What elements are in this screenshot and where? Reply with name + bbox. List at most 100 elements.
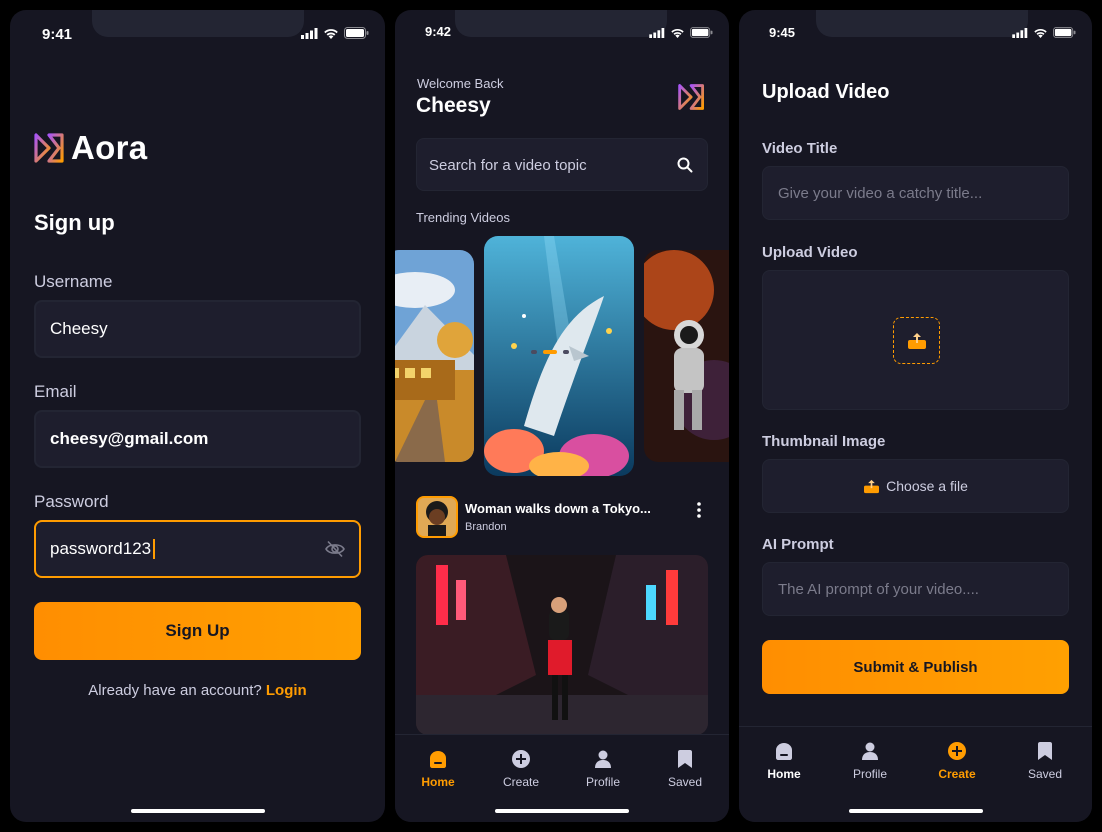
upload-screen: 9:45 Upload Video Video Title Give your …: [739, 10, 1092, 822]
plus-circle-icon: [512, 750, 530, 768]
tab-label: Create: [502, 775, 540, 789]
tab-home[interactable]: Home: [749, 741, 819, 781]
status-time: 9:41: [42, 26, 73, 43]
submit-publish-button[interactable]: Submit & Publish: [762, 640, 1069, 694]
tab-label: Create: [938, 767, 976, 781]
trending-video-card[interactable]: [395, 250, 474, 462]
battery-icon: [690, 27, 713, 38]
carousel-dot-active: [543, 350, 557, 354]
status-bar: 9:42: [395, 24, 729, 44]
upload-button[interactable]: [893, 317, 940, 364]
username-label: Username: [34, 272, 113, 291]
status-time: 9:45: [769, 25, 796, 40]
tab-create[interactable]: Create: [922, 741, 992, 781]
tab-label: Home: [767, 767, 801, 781]
avatar[interactable]: [416, 496, 458, 538]
page-title: Sign up: [34, 210, 115, 235]
home-indicator: [495, 809, 629, 813]
aora-logo-icon: [678, 84, 704, 110]
status-bar: 9:41: [10, 24, 385, 44]
upload-video-label: Upload Video: [762, 244, 858, 261]
status-bar: 9:45: [739, 24, 1092, 44]
battery-icon: [344, 27, 369, 39]
username-value: Cheesy: [50, 319, 108, 338]
plus-circle-icon: [948, 742, 966, 760]
tab-label: Home: [421, 775, 455, 789]
tab-bar: Home Profile Create Saved: [739, 726, 1092, 822]
profile-icon: [595, 750, 611, 768]
signup-button[interactable]: Sign Up: [34, 602, 361, 660]
tab-saved[interactable]: Saved: [650, 749, 720, 789]
signup-screen: 9:41 Aora Sign up Username Cheesy Email …: [10, 10, 385, 822]
video-upload-area[interactable]: [762, 270, 1069, 410]
carousel-dots: [531, 350, 569, 354]
home-indicator: [848, 809, 983, 813]
video-title-label: Video Title: [762, 140, 838, 157]
eye-slash-icon[interactable]: [325, 540, 345, 558]
wifi-icon: [324, 28, 338, 39]
carousel-dot: [563, 350, 569, 354]
tab-label: Saved: [1027, 767, 1063, 781]
search-icon[interactable]: [677, 157, 693, 173]
home-icon: [776, 743, 792, 760]
more-vertical-icon[interactable]: [696, 502, 702, 518]
signal-icon: [1012, 27, 1028, 38]
tab-label: Saved: [667, 775, 703, 789]
email-field[interactable]: cheesy@gmail.com: [34, 410, 361, 468]
password-value: password123: [50, 539, 152, 558]
bookmark-icon: [678, 750, 692, 768]
upload-icon: [907, 332, 926, 349]
video-title-input[interactable]: Give your video a catchy title...: [762, 166, 1069, 220]
trending-video-thumbnail: [395, 250, 474, 462]
home-icon: [430, 751, 446, 768]
profile-icon: [862, 742, 878, 760]
login-link[interactable]: Login: [266, 682, 307, 699]
battery-icon: [1053, 27, 1076, 38]
page-title: Upload Video: [762, 81, 890, 103]
signal-icon: [649, 27, 665, 38]
choose-file-label: Choose a file: [886, 478, 968, 494]
upload-icon: [864, 479, 880, 493]
video-card-header[interactable]: Woman walks down a Tokyo... Brandon: [416, 496, 708, 538]
tab-home[interactable]: Home: [403, 749, 473, 789]
signal-icon: [301, 27, 318, 39]
thumbnail-label: Thumbnail Image: [762, 433, 886, 450]
password-label: Password: [34, 492, 109, 511]
email-label: Email: [34, 382, 77, 401]
user-name: Cheesy: [416, 94, 491, 117]
video-thumbnail-image: [416, 555, 708, 735]
thumbnail-picker[interactable]: Choose a file: [762, 459, 1069, 513]
trending-video-thumbnail: [484, 236, 634, 476]
tab-saved[interactable]: Saved: [1010, 741, 1080, 781]
trending-video-card-active[interactable]: [484, 236, 634, 476]
app-name: Aora: [71, 129, 148, 166]
ai-prompt-placeholder: The AI prompt of your video....: [778, 581, 979, 598]
password-field[interactable]: password123: [34, 520, 361, 578]
search-input[interactable]: Search for a video topic: [416, 138, 708, 191]
home-screen: 9:42 Welcome Back Cheesy Search for a vi…: [395, 10, 729, 822]
login-prompt: Already have an account? Login: [10, 682, 385, 699]
app-logo: Aora: [33, 129, 147, 167]
bookmark-icon: [1038, 742, 1052, 760]
status-time: 9:42: [425, 24, 452, 39]
choose-file[interactable]: Choose a file: [763, 478, 1068, 494]
tab-profile[interactable]: Profile: [835, 741, 905, 781]
home-indicator: [130, 809, 265, 813]
email-value: cheesy@gmail.com: [50, 429, 209, 448]
aora-logo-icon: [34, 133, 64, 163]
welcome-text: Welcome Back: [417, 76, 504, 91]
tab-profile[interactable]: Profile: [568, 749, 638, 789]
wifi-icon: [671, 28, 684, 38]
trending-title: Trending Videos: [416, 210, 510, 225]
username-field[interactable]: Cheesy: [34, 300, 361, 358]
trending-video-card[interactable]: [644, 250, 729, 462]
video-thumbnail[interactable]: [416, 555, 708, 735]
ai-prompt-label: AI Prompt: [762, 536, 834, 553]
tab-label: Profile: [852, 767, 887, 781]
ai-prompt-input[interactable]: The AI prompt of your video....: [762, 562, 1069, 616]
video-creator: Brandon: [465, 521, 507, 533]
carousel-dot: [531, 350, 537, 354]
tab-create[interactable]: Create: [486, 749, 556, 789]
search-placeholder: Search for a video topic: [429, 157, 587, 174]
tab-label: Profile: [585, 775, 620, 789]
